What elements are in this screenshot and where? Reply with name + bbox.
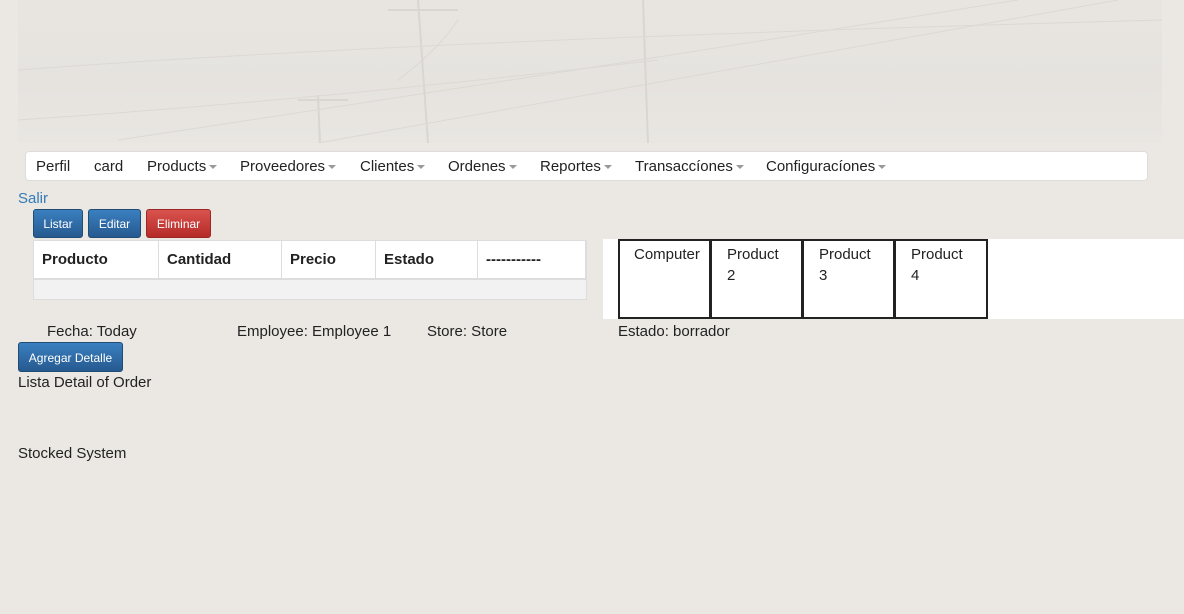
caret-down-icon [417, 165, 426, 170]
nav-item-label: Perfil [36, 158, 71, 175]
column-header-producto: Producto [34, 241, 159, 278]
nav-item-label: Clientes [360, 158, 415, 175]
nav-item-label: Transaccíones [635, 158, 733, 175]
nav-item-card[interactable]: card [94, 158, 123, 175]
product-card-label: Product [819, 246, 871, 263]
product-card-product-4[interactable]: Product 4 [894, 239, 988, 319]
add-detail-button[interactable]: Agregar Detalle [18, 342, 123, 372]
nav-item-perfil[interactable]: Perfil [36, 158, 70, 175]
product-card-label: Product [727, 246, 779, 263]
nav-item-label: card [94, 158, 124, 175]
order-detail-table: Producto Cantidad Precio Estado --------… [33, 240, 587, 300]
nav-item-ordenes[interactable]: Ordenes [448, 158, 517, 175]
product-card-label: Computer [634, 246, 700, 263]
nav-item-configuraciones[interactable]: Configuracíones [766, 158, 887, 175]
edit-button[interactable]: Editar [88, 209, 141, 238]
product-card-label: Product [911, 246, 963, 263]
product-card-label-line2: 4 [911, 267, 920, 284]
order-date: Fecha: Today [47, 323, 137, 340]
main-navbar: Perfil card Products Proveedores Cliente… [25, 151, 1148, 181]
column-header-estado: Estado [376, 241, 478, 278]
caret-down-icon [878, 165, 887, 170]
column-header-cantidad: Cantidad [159, 241, 282, 278]
product-card-label-line2: 3 [819, 267, 828, 284]
logout-link[interactable]: Salir [18, 190, 48, 207]
column-header-precio: Precio [282, 241, 376, 278]
product-card-product-2[interactable]: Product 2 [710, 239, 803, 319]
table-empty-row [34, 280, 586, 299]
nav-item-proveedores[interactable]: Proveedores [240, 158, 337, 175]
caret-down-icon [603, 165, 612, 170]
footer-text: Stocked System [18, 445, 127, 462]
nav-item-label: Configuracíones [766, 158, 876, 175]
order-employee: Employee: Employee 1 [237, 323, 392, 340]
list-button[interactable]: Listar [33, 209, 83, 238]
column-header-actions: ----------- [478, 241, 586, 278]
caret-down-icon [328, 165, 337, 170]
delete-button[interactable]: Eliminar [146, 209, 211, 238]
header-banner-image [18, 0, 1162, 143]
caret-down-icon [508, 165, 517, 170]
nav-item-transacciones[interactable]: Transaccíones [635, 158, 744, 175]
order-store: Store: Store [427, 323, 508, 340]
nav-item-clientes[interactable]: Clientes [360, 158, 426, 175]
caret-down-icon [209, 165, 218, 170]
order-status: Estado: borrador [618, 323, 730, 340]
product-card-label-line2: 2 [727, 267, 736, 284]
products-panel: Computer Product 2 Product 3 Product 4 [603, 239, 1184, 319]
product-card-product-3[interactable]: Product 3 [802, 239, 895, 319]
caret-down-icon [735, 165, 744, 170]
nav-item-label: Products [147, 158, 207, 175]
nav-item-label: Ordenes [448, 158, 506, 175]
nav-item-label: Reportes [540, 158, 601, 175]
product-card-computer[interactable]: Computer [618, 239, 711, 319]
detail-list-title: Lista Detail of Order [18, 374, 152, 391]
nav-item-products[interactable]: Products [147, 158, 218, 175]
nav-item-reportes[interactable]: Reportes [540, 158, 612, 175]
nav-item-label: Proveedores [240, 158, 326, 175]
